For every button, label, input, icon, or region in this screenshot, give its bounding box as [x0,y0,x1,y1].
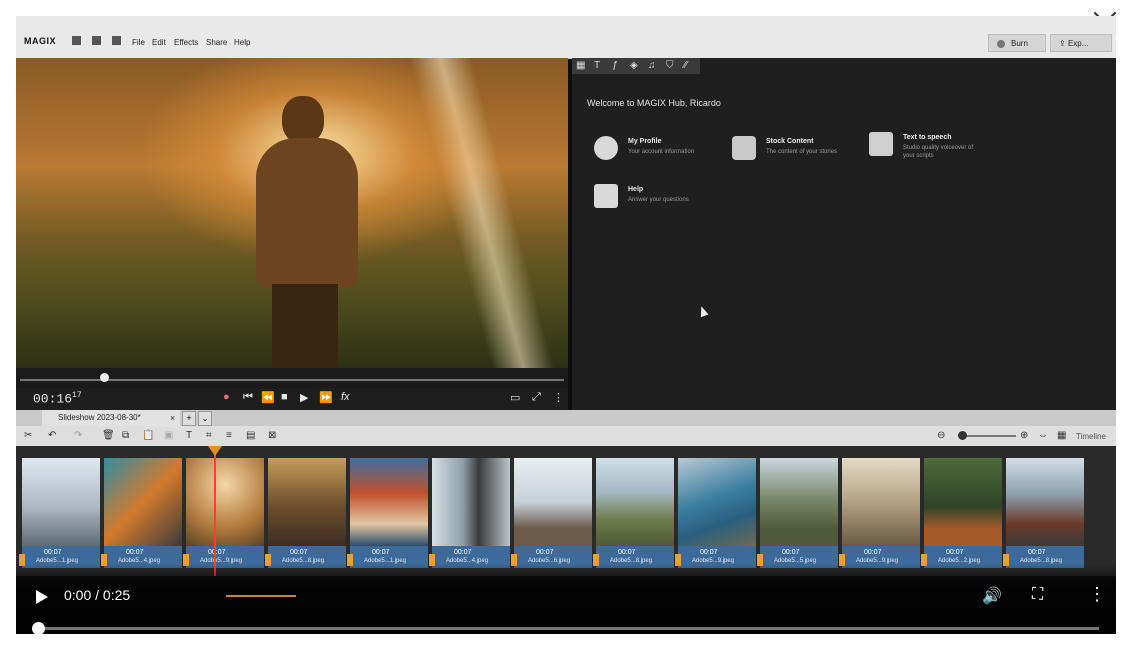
timeline-playhead-line [214,446,216,576]
player-time: 0:00 / 0:25 [64,587,131,603]
menu-edit[interactable]: Edit [152,38,166,47]
transition-icon[interactable]: ◈ [630,60,638,71]
preview-scrubber[interactable] [16,368,568,388]
video-player: MAGIX File Edit Effects Share Help Burn … [16,16,1116,634]
burn-button[interactable]: Burn [988,34,1046,52]
text-icon[interactable]: T [594,60,600,71]
player-progress-bar[interactable] [39,627,1099,630]
storyboard: 00:07 Adobe5...1.jpeg 00:07 Adobe5...4.jpe… [16,446,1116,576]
store-icon[interactable]: ⛉ [666,60,674,71]
clip[interactable]: 00:07 Adobe5...1.jpeg [347,458,428,568]
fit-icon[interactable]: ⊠ [268,430,276,441]
tab-slideshow[interactable]: Slideshow 2023-08-30* [42,410,180,426]
hub-card-help[interactable]: Help Answer your questions [594,184,724,216]
tab-close-icon[interactable]: × [170,410,175,426]
music-icon[interactable]: ♫ [648,60,656,71]
zoom-in-icon[interactable]: ⊕ [1020,430,1028,441]
menu-effects[interactable]: Effects [174,38,198,47]
skip-back-icon[interactable]: ⏮ [243,391,253,404]
save-icon[interactable] [112,36,121,45]
magix-logo: MAGIX [24,36,57,46]
clip[interactable]: 00:07 Adobe5...5.jpeg [757,458,838,568]
editing-toolbar: ✂ ↶ ↷ 🗑 ⧉ 📋 ▣ T ⌗ ≡ ▤ ⊠ ⊖ ⊕ ⇔ ▦ Timeline [16,426,1116,447]
profile-icon [594,136,618,160]
expand-icon[interactable]: ⤢ [532,391,541,404]
export-button[interactable]: ⇪ Exp... [1050,34,1112,52]
play-icon[interactable]: ▶ [300,391,308,404]
record-icon[interactable]: ● [223,391,230,403]
delete-icon[interactable]: 🗑 [102,430,115,441]
hub-card-text-to-speech[interactable]: Text to speech Studio quality voiceover … [869,132,999,164]
clip[interactable]: 00:07 Adobe5...8.jpeg [593,458,674,568]
clip[interactable]: 00:07 Adobe5...4.jpeg [101,458,182,568]
new-file-icon[interactable] [72,36,81,45]
grid-icon[interactable]: ▦ [576,60,585,71]
fullscreen-icon[interactable]: ⛶ [1032,586,1043,604]
cast-icon[interactable]: ▭ [510,391,520,404]
fast-forward-icon[interactable]: ⏩ [319,391,333,404]
open-folder-icon[interactable] [92,36,101,45]
paste-icon[interactable]: 📋 [142,430,154,441]
zoom-out-icon[interactable]: ⊖ [937,430,945,441]
clip[interactable]: 00:07 Adobe5...6.jpeg [511,458,592,568]
menu-help[interactable]: Help [234,38,250,47]
clip[interactable]: 00:07 Adobe5...9.jpeg [839,458,920,568]
more-icon[interactable]: ⋮ [553,391,564,404]
clip[interactable]: 00:07 Adobe5...9.jpeg [675,458,756,568]
disc-icon [997,39,1005,48]
clip[interactable]: 00:07 Adobe5...8.jpeg [1003,458,1084,568]
cut-icon[interactable]: ✂ [24,430,32,441]
stock-content-icon [732,136,756,160]
fx-icon[interactable]: ƒ [612,60,618,71]
tab-menu-button[interactable]: ⌄ [198,411,212,426]
preview-monitor [16,58,568,368]
magix-hub-panel: ▦ T ƒ ◈ ♫ ⛉ ⁄⁄ Welcome to MAGIX Hub, Ric… [572,58,1116,410]
more-icon[interactable]: ⋮ [1088,584,1106,605]
clip[interactable]: 00:07 Adobe5...2.jpeg [921,458,1002,568]
menu-file[interactable]: File [132,38,145,47]
clip[interactable]: 00:07 Adobe5...4.jpeg [429,458,510,568]
scrubber-knob[interactable] [100,373,109,382]
timeline-playhead[interactable] [208,446,222,456]
transport-bar: 00:1617 ● ⏮ ⏪ ■ ▶ ⏩ fx ▭ ⤢ ⋮ [16,388,568,410]
player-controls: 0:00 / 0:25 🔊 ⛶ ⋮ [16,564,1116,634]
redo-icon[interactable]: ↷ [74,430,82,441]
text-to-speech-icon [869,132,893,156]
fit-width-icon[interactable]: ⇔ [1038,430,1048,441]
play-icon[interactable] [36,590,48,604]
hub-card-stock-content[interactable]: Stock Content The content of your storie… [732,136,862,168]
project-tab-bar: Slideshow 2023-08-30* × + ⌄ [16,410,1116,426]
crop-icon[interactable]: ⌗ [206,430,212,441]
fx-icon[interactable]: fx [341,391,350,403]
undo-icon[interactable]: ↶ [48,430,56,441]
storyboard-icon[interactable]: ▤ [246,430,255,441]
volume-icon[interactable]: 🔊 [982,586,1002,606]
preview-image-person [248,96,368,368]
player-progress-knob[interactable] [32,622,45,634]
text-icon[interactable]: T [186,430,192,441]
copy-icon[interactable]: ⧉ [122,430,129,441]
hub-welcome-title: Welcome to MAGIX Hub, Ricardo [587,98,721,108]
app-menubar: MAGIX File Edit Effects Share Help Burn … [16,16,1116,59]
add-tab-button[interactable]: + [182,411,196,426]
align-icon[interactable]: ≡ [226,430,232,441]
upload-icon: ⇪ [1059,39,1068,48]
clip[interactable]: 00:07 Adobe5...8.jpeg [265,458,346,568]
menu-share[interactable]: Share [206,38,227,47]
clip[interactable]: 00:07 Adobe5...9.jpeg [183,458,264,568]
paste-disabled-icon[interactable]: ▣ [164,430,173,441]
zoom-knob[interactable] [958,431,967,440]
rewind-icon[interactable]: ⏪ [261,391,275,404]
timecode: 00:1617 [33,391,82,407]
hub-card-my-profile[interactable]: My Profile Your account information [594,136,724,168]
hub-toolbar: ▦ T ƒ ◈ ♫ ⛉ ⁄⁄ [572,58,700,74]
help-icon [594,184,618,208]
buffer-indicator [226,595,296,597]
view-mode-label[interactable]: Timeline [1076,432,1106,441]
grid-view-icon[interactable]: ▦ [1057,430,1066,441]
wand-icon[interactable]: ⁄⁄ [684,60,687,71]
stop-icon[interactable]: ■ [281,391,288,403]
clip[interactable]: 00:07 Adobe5...1.jpeg [19,458,100,568]
